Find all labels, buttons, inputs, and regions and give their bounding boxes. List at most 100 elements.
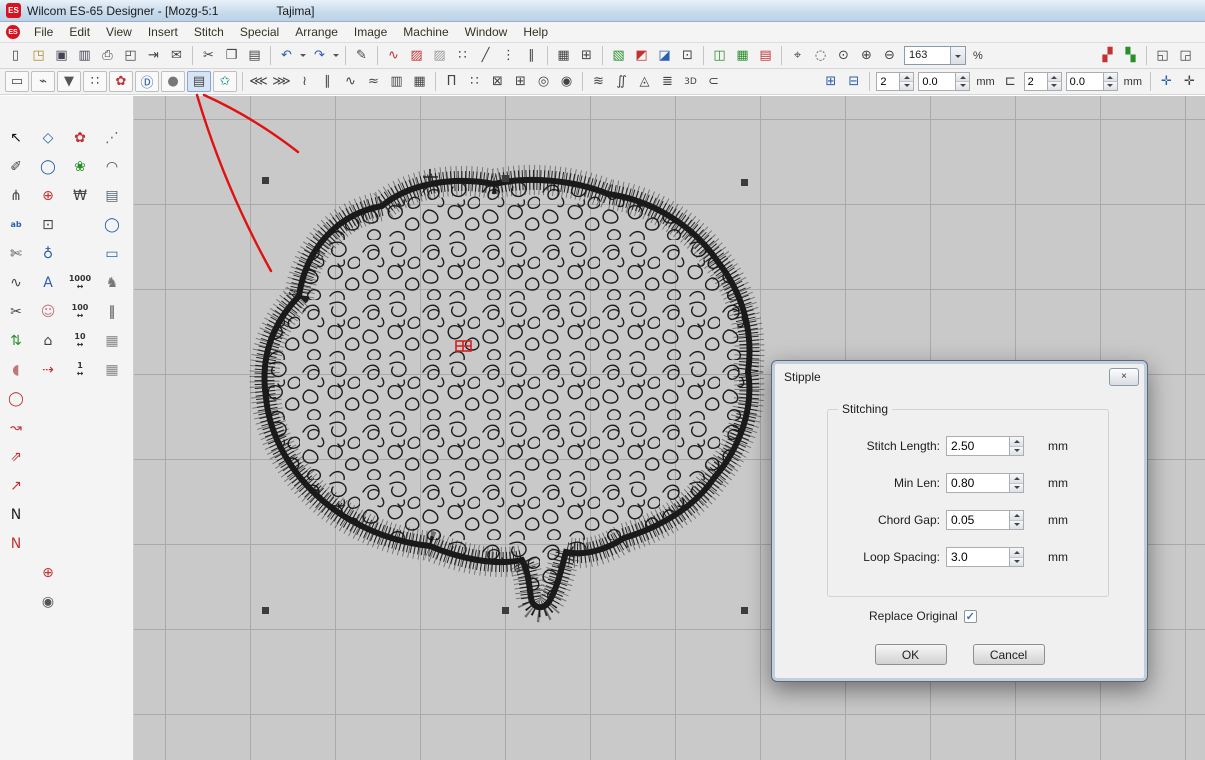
buddy-pair-icon[interactable]: ☺ xyxy=(36,299,61,324)
undo-icon[interactable]: ↶ xyxy=(275,45,298,67)
lettering-icon[interactable]: ⊡ xyxy=(676,45,699,67)
stitch-player-icon[interactable]: ▞ xyxy=(1096,45,1119,67)
move-hoop-icon[interactable]: ✛ xyxy=(1178,71,1201,93)
export-machine-icon[interactable]: ⇥ xyxy=(142,45,165,67)
spin-down-icon[interactable] xyxy=(1010,520,1023,530)
zigzag-outline-icon[interactable]: ∿ xyxy=(382,45,405,67)
freehand-tool-icon[interactable]: ✐ xyxy=(4,154,29,179)
backtrack-icon[interactable]: ⋘ xyxy=(247,71,270,93)
show-grid-icon[interactable]: ⊞ xyxy=(819,71,842,93)
loop-spacing-input[interactable] xyxy=(947,548,1009,566)
spin-up-icon[interactable] xyxy=(1010,548,1023,557)
grid-spacing-stepper[interactable] xyxy=(876,72,914,91)
save-design-icon[interactable]: ▣ xyxy=(50,45,73,67)
dialog-title-bar[interactable]: Stipple × xyxy=(772,361,1147,389)
min-len-input[interactable] xyxy=(947,474,1009,492)
ruler-icon[interactable]: ⊏ xyxy=(999,71,1022,93)
menu-help[interactable]: Help xyxy=(515,23,556,41)
n-path-red-icon[interactable]: N xyxy=(4,531,29,556)
tatami-fill-icon[interactable]: ▨ xyxy=(428,45,451,67)
hoop-size-stepper[interactable] xyxy=(1066,72,1118,91)
letter-a-icon[interactable]: A xyxy=(36,270,61,295)
spin-down-icon[interactable] xyxy=(1010,446,1023,456)
spin-up-icon[interactable] xyxy=(900,73,913,81)
grid-table-icon[interactable]: ▦ xyxy=(552,45,575,67)
bitmap-image-icon[interactable]: ▧ xyxy=(607,45,630,67)
chord-gap-spinner[interactable] xyxy=(1009,511,1023,529)
knife-tool-icon[interactable]: ✄ xyxy=(4,241,29,266)
cancel-button[interactable]: Cancel xyxy=(973,644,1045,665)
copy-icon[interactable]: ❐ xyxy=(220,45,243,67)
stitch-length-input-box[interactable] xyxy=(946,436,1024,456)
grid-size-stepper[interactable] xyxy=(918,72,970,91)
rectangle-tool-icon[interactable]: ▭ xyxy=(100,241,125,266)
chord-gap-input[interactable] xyxy=(947,511,1009,529)
motif-run-icon[interactable]: ∷ xyxy=(463,71,486,93)
undo-dropdown-icon[interactable] xyxy=(298,45,308,67)
elastic-lettering-icon[interactable]: ⊂ xyxy=(702,71,725,93)
star-outline-icon[interactable]: ✩ xyxy=(213,71,237,92)
pan-mode-icon[interactable]: ◲ xyxy=(1174,45,1197,67)
e-stitch-icon[interactable]: Π xyxy=(440,71,463,93)
stitch-arrow-icon[interactable]: ⇗ xyxy=(4,444,29,469)
swatch2-icon[interactable]: ▦ xyxy=(100,357,125,382)
replace-original-checkbox[interactable]: ✓ xyxy=(964,610,977,623)
design-wizard-icon[interactable]: ✎ xyxy=(350,45,373,67)
stitch-length-input[interactable] xyxy=(947,437,1009,455)
menu-insert[interactable]: Insert xyxy=(140,23,186,41)
zoom-out-icon[interactable]: ⊖ xyxy=(878,45,901,67)
scissors-tool-icon[interactable]: ✂ xyxy=(4,299,29,324)
triangle-select-icon[interactable]: ▼ xyxy=(57,71,81,92)
fill-holes-icon[interactable]: ⊞ xyxy=(509,71,532,93)
stipple-run-icon[interactable]: ▤ xyxy=(187,71,211,92)
flower-fill-icon[interactable]: ✿ xyxy=(68,125,93,150)
grid-spacing-value[interactable] xyxy=(877,73,899,90)
stitch-length-spinner[interactable] xyxy=(1009,437,1023,455)
flip-vertical-icon[interactable]: ⇅ xyxy=(4,328,29,353)
artwork-icon[interactable]: ◩ xyxy=(630,45,653,67)
menu-machine[interactable]: Machine xyxy=(395,23,456,41)
paste-icon[interactable]: ▤ xyxy=(243,45,266,67)
spin-up-icon[interactable] xyxy=(1010,437,1023,446)
ok-button[interactable]: OK xyxy=(875,644,947,665)
zigzag-width-icon[interactable]: ₩ xyxy=(68,183,93,208)
red-ellipse-icon[interactable]: ◯ xyxy=(4,386,29,411)
snap-grid-icon[interactable]: ⊟ xyxy=(842,71,865,93)
stipple-dots-icon[interactable]: ∷ xyxy=(83,71,107,92)
select-tool-icon[interactable]: ↖ xyxy=(4,125,29,150)
menu-arrange[interactable]: Arrange xyxy=(287,23,346,41)
run-line-icon[interactable]: ╱ xyxy=(474,45,497,67)
zigzag-tool-icon[interactable]: ∿ xyxy=(4,270,29,295)
hoop-spacing-spin[interactable] xyxy=(1047,73,1061,90)
satin-stitch-icon[interactable]: ▥ xyxy=(385,71,408,93)
zoom-dropdown-icon[interactable] xyxy=(950,47,965,64)
menu-image[interactable]: Image xyxy=(346,23,395,41)
filled-circle-icon[interactable]: ● xyxy=(161,71,185,92)
spin-up-icon[interactable] xyxy=(1048,73,1061,81)
flower-motif-icon[interactable]: ✿ xyxy=(109,71,133,92)
move-design-icon[interactable]: ✛ xyxy=(1155,71,1178,93)
hatch-lines-icon[interactable]: ⋰ xyxy=(100,125,125,150)
new-design-icon[interactable]: ▯ xyxy=(4,45,27,67)
target-point-icon[interactable]: ⊕ xyxy=(36,183,61,208)
zoom-tool-icon[interactable]: ⌖ xyxy=(786,45,809,67)
arc-tool-icon[interactable]: ◠ xyxy=(100,154,125,179)
min-len-spinner[interactable] xyxy=(1009,474,1023,492)
print-icon[interactable]: ⎙ xyxy=(96,45,119,67)
min-len-input-box[interactable] xyxy=(946,473,1024,493)
red-squiggle-icon[interactable]: ↝ xyxy=(4,415,29,440)
spin-down-icon[interactable] xyxy=(1010,557,1023,567)
satin-fill-icon[interactable]: ▨ xyxy=(405,45,428,67)
redo-icon[interactable]: ↷ xyxy=(308,45,331,67)
color-film-icon[interactable]: ▦ xyxy=(731,45,754,67)
triple-run-icon[interactable]: ∥ xyxy=(316,71,339,93)
spin-down-icon[interactable] xyxy=(1104,81,1117,90)
spin-up-icon[interactable] xyxy=(956,73,969,81)
dashed-arrow-icon[interactable]: ⇢ xyxy=(36,357,61,382)
chord-gap-input-box[interactable] xyxy=(946,510,1024,530)
ellipse-select-icon[interactable]: ◯ xyxy=(36,154,61,179)
hoop-spacing-value[interactable] xyxy=(1025,73,1047,90)
design-properties-icon[interactable]: ▤ xyxy=(754,45,777,67)
zoom-1to1-icon[interactable]: ◌ xyxy=(809,45,832,67)
dialog-close-button[interactable]: × xyxy=(1109,368,1139,386)
